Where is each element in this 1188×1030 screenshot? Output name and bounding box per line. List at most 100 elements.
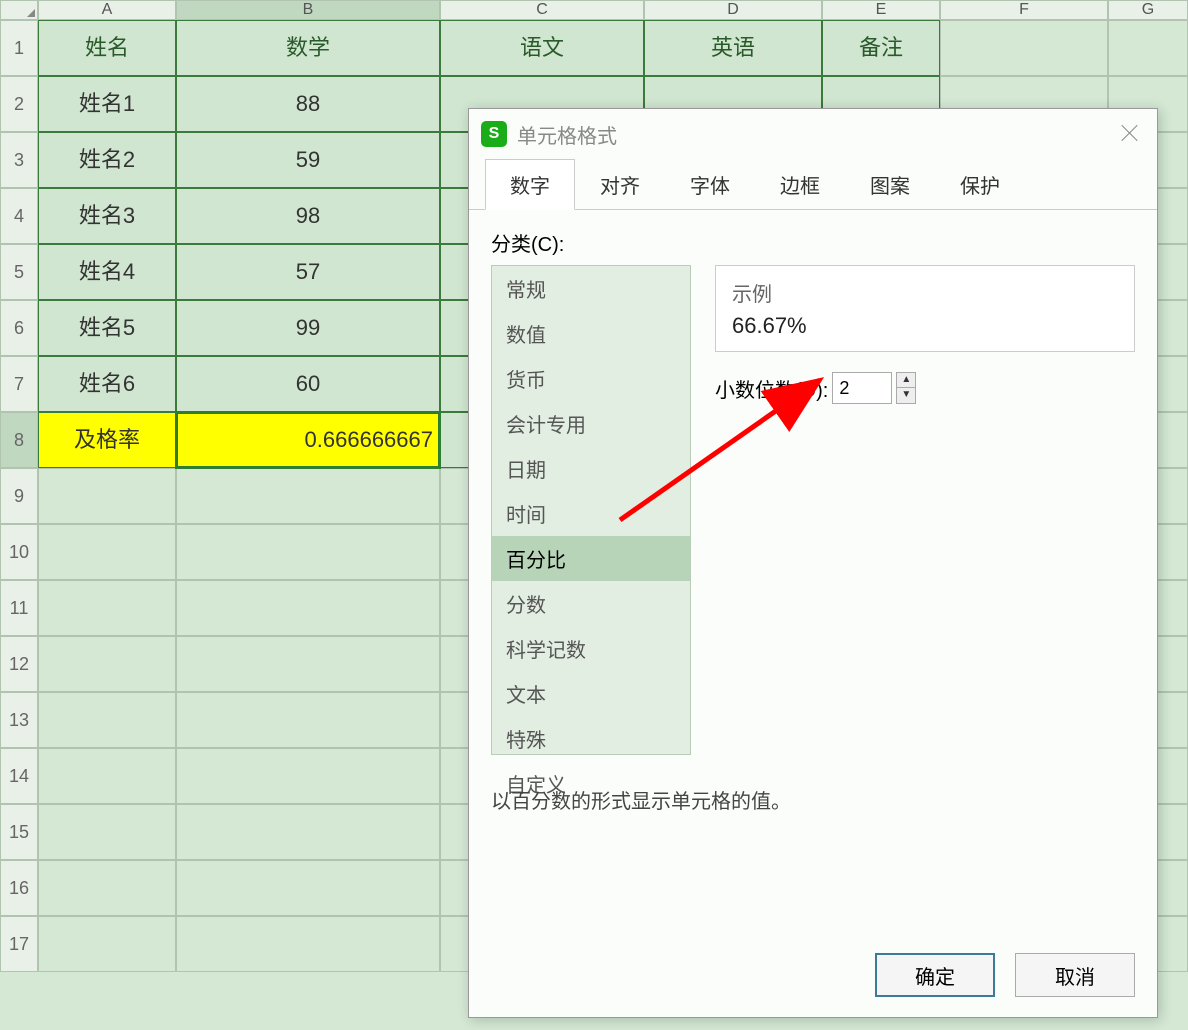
decimal-places-input[interactable] [832, 372, 892, 404]
cell-D1[interactable]: 英语 [644, 20, 822, 76]
cell-A6[interactable]: 姓名5 [38, 300, 176, 356]
category-list[interactable]: 常规 数值 货币 会计专用 日期 时间 百分比 分数 科学记数 文本 特殊 自定… [491, 265, 691, 755]
category-percentage[interactable]: 百分比 [492, 536, 690, 581]
col-header-B[interactable]: B [176, 0, 440, 20]
category-accounting[interactable]: 会计专用 [492, 401, 690, 446]
select-all-corner[interactable] [0, 0, 38, 20]
cell-B11[interactable] [176, 580, 440, 636]
row-header-6[interactable]: 6 [0, 300, 38, 356]
cell-B9[interactable] [176, 468, 440, 524]
cell-G1[interactable] [1108, 20, 1188, 76]
dialog-footer: 确定 取消 [469, 937, 1157, 1017]
cell-A12[interactable] [38, 636, 176, 692]
cell-A16[interactable] [38, 860, 176, 916]
column-header-row: A B C D E F G [0, 0, 1188, 20]
spinner-down-icon[interactable]: ▼ [897, 388, 915, 403]
row-header-13[interactable]: 13 [0, 692, 38, 748]
cell-B5[interactable]: 57 [176, 244, 440, 300]
app-icon: S [481, 121, 507, 147]
cell-A13[interactable] [38, 692, 176, 748]
cell-A8[interactable]: 及格率 [38, 412, 176, 468]
category-currency[interactable]: 货币 [492, 356, 690, 401]
cell-F1[interactable] [940, 20, 1108, 76]
row-header-2[interactable]: 2 [0, 76, 38, 132]
cell-B15[interactable] [176, 804, 440, 860]
cell-A2[interactable]: 姓名1 [38, 76, 176, 132]
cell-B1[interactable]: 数学 [176, 20, 440, 76]
ok-button[interactable]: 确定 [875, 953, 995, 997]
cell-B13[interactable] [176, 692, 440, 748]
row-header-5[interactable]: 5 [0, 244, 38, 300]
category-time[interactable]: 时间 [492, 491, 690, 536]
example-value: 66.67% [732, 313, 1118, 339]
tab-border[interactable]: 边框 [755, 159, 845, 210]
tab-number[interactable]: 数字 [485, 159, 575, 210]
category-fraction[interactable]: 分数 [492, 581, 690, 626]
cell-C1[interactable]: 语文 [440, 20, 644, 76]
cell-A1[interactable]: 姓名 [38, 20, 176, 76]
row-header-8[interactable]: 8 [0, 412, 38, 468]
cell-A3[interactable]: 姓名2 [38, 132, 176, 188]
cell-format-dialog: S 单元格格式 数字 对齐 字体 边框 图案 保护 分类(C): 常规 数值 货… [468, 108, 1158, 1018]
cell-B4[interactable]: 98 [176, 188, 440, 244]
row-header-9[interactable]: 9 [0, 468, 38, 524]
row-header-15[interactable]: 15 [0, 804, 38, 860]
example-label: 示例 [732, 278, 1118, 307]
category-number[interactable]: 数值 [492, 311, 690, 356]
cell-A5[interactable]: 姓名4 [38, 244, 176, 300]
col-header-F[interactable]: F [940, 0, 1108, 20]
cell-B6[interactable]: 99 [176, 300, 440, 356]
cell-E1[interactable]: 备注 [822, 20, 940, 76]
row-header-11[interactable]: 11 [0, 580, 38, 636]
cell-B2[interactable]: 88 [176, 76, 440, 132]
category-special[interactable]: 特殊 [492, 716, 690, 761]
cell-A14[interactable] [38, 748, 176, 804]
cell-B17[interactable] [176, 916, 440, 972]
row-header-12[interactable]: 12 [0, 636, 38, 692]
cell-B12[interactable] [176, 636, 440, 692]
format-options-pane: 示例 66.67% 小数位数(D): ▲ ▼ [715, 265, 1135, 404]
spinner-up-icon[interactable]: ▲ [897, 373, 915, 388]
category-label: 分类(C): [491, 228, 1135, 257]
row-header-14[interactable]: 14 [0, 748, 38, 804]
cell-A11[interactable] [38, 580, 176, 636]
cell-A9[interactable] [38, 468, 176, 524]
cell-A15[interactable] [38, 804, 176, 860]
tab-font[interactable]: 字体 [665, 159, 755, 210]
category-scientific[interactable]: 科学记数 [492, 626, 690, 671]
col-header-D[interactable]: D [644, 0, 822, 20]
category-general[interactable]: 常规 [492, 266, 690, 311]
cell-B7[interactable]: 60 [176, 356, 440, 412]
row-header-1[interactable]: 1 [0, 20, 38, 76]
cancel-button[interactable]: 取消 [1015, 953, 1135, 997]
close-icon[interactable] [1115, 119, 1145, 149]
dialog-tabs: 数字 对齐 字体 边框 图案 保护 [469, 159, 1157, 210]
cell-B16[interactable] [176, 860, 440, 916]
row-header-17[interactable]: 17 [0, 916, 38, 972]
row-header-16[interactable]: 16 [0, 860, 38, 916]
dialog-titlebar[interactable]: S 单元格格式 [469, 109, 1157, 159]
row-header-4[interactable]: 4 [0, 188, 38, 244]
cell-B8[interactable]: 0.666666667 [176, 412, 440, 468]
tab-pattern[interactable]: 图案 [845, 159, 935, 210]
row-header-10[interactable]: 10 [0, 524, 38, 580]
cell-B14[interactable] [176, 748, 440, 804]
row-header-3[interactable]: 3 [0, 132, 38, 188]
tab-alignment[interactable]: 对齐 [575, 159, 665, 210]
col-header-A[interactable]: A [38, 0, 176, 20]
decimal-places-row: 小数位数(D): ▲ ▼ [715, 372, 1135, 404]
cell-A17[interactable] [38, 916, 176, 972]
cell-A10[interactable] [38, 524, 176, 580]
category-date[interactable]: 日期 [492, 446, 690, 491]
decimal-spinner: ▲ ▼ [896, 372, 916, 404]
col-header-E[interactable]: E [822, 0, 940, 20]
cell-B3[interactable]: 59 [176, 132, 440, 188]
tab-protection[interactable]: 保护 [935, 159, 1025, 210]
col-header-C[interactable]: C [440, 0, 644, 20]
cell-A4[interactable]: 姓名3 [38, 188, 176, 244]
category-text[interactable]: 文本 [492, 671, 690, 716]
cell-A7[interactable]: 姓名6 [38, 356, 176, 412]
cell-B10[interactable] [176, 524, 440, 580]
row-header-7[interactable]: 7 [0, 356, 38, 412]
col-header-G[interactable]: G [1108, 0, 1188, 20]
